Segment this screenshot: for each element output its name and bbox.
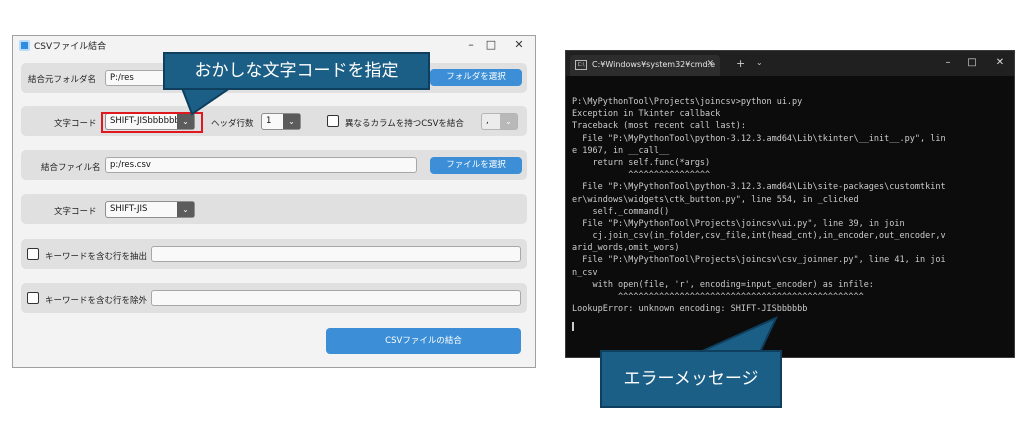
select-folder-button[interactable]: フォルダを選択 <box>430 69 522 86</box>
app-icon <box>19 40 30 51</box>
header-rows-select[interactable]: 1 ⌄ <box>261 113 301 130</box>
encoding-highlight-box <box>101 112 203 133</box>
terminal-line: File "P:\MyPythonTool\Projects\joincsv\c… <box>572 255 946 266</box>
close-icon[interactable]: ✕ <box>511 38 527 52</box>
diff-columns-select[interactable]: , ⌄ <box>481 113 518 130</box>
merge-csv-button[interactable]: CSVファイルの結合 <box>326 328 521 354</box>
output-file-label: 結合ファイル名 <box>41 163 101 173</box>
output-encoding-label: 文字コード <box>54 207 97 217</box>
input-options-row: 文字コード SHIFT-JISbbbbbb ⌄ ヘッダ行数 1 ⌄ 異なるカラム… <box>21 106 527 136</box>
terminal-line: Traceback (most recent call last): <box>572 121 746 132</box>
new-tab-icon[interactable]: + <box>736 57 745 70</box>
terminal-line: arid_words,omit_wors) <box>572 243 680 254</box>
terminal-line: with open(file, 'r', encoding=input_enco… <box>572 279 874 290</box>
keyword-extract-label: キーワードを含む行を抽出 <box>45 252 148 262</box>
header-rows-label: ヘッダ行数 <box>211 119 254 129</box>
header-rows-value: 1 <box>266 116 272 126</box>
output-file-row: 結合ファイル名 p:/res.csv ファイルを選択 <box>21 150 527 180</box>
terminal-tab[interactable]: C:\ C:¥Windows¥system32¥cmd.e ✕ <box>570 55 720 76</box>
diff-columns-checkbox[interactable] <box>327 115 339 127</box>
window-title: CSVファイル結合 <box>34 42 107 52</box>
output-encoding-select[interactable]: SHIFT-JIS ⌄ <box>105 201 195 218</box>
chevron-down-icon[interactable]: ⌄ <box>500 114 517 129</box>
diff-columns-label: 異なるカラムを持つCSVを結合 <box>345 119 464 129</box>
cmd-icon: C:\ <box>575 60 587 70</box>
output-encoding-value: SHIFT-JIS <box>110 204 148 214</box>
keyword-extract-checkbox[interactable] <box>27 248 39 260</box>
select-file-button[interactable]: ファイルを選択 <box>430 157 522 174</box>
keyword-exclude-input[interactable] <box>151 290 521 306</box>
keyword-exclude-label: キーワードを含む行を除外 <box>45 296 148 306</box>
chevron-down-icon[interactable]: ⌄ <box>756 58 763 67</box>
output-file-input[interactable]: p:/res.csv <box>105 157 417 173</box>
chevron-down-icon[interactable]: ⌄ <box>177 202 194 217</box>
terminal-line: File "P:\MyPythonTool\python-3.12.3.amd6… <box>572 133 946 144</box>
terminal-line: File "P:\MyPythonTool\Projects\joincsv\u… <box>572 218 905 229</box>
minimize-icon[interactable]: – <box>463 38 479 52</box>
terminal-line: er\windows\widgets\ctk_button.py", line … <box>572 194 859 205</box>
terminal-line: return self.func(*args) <box>572 157 711 168</box>
terminal-output: P:\MyPythonTool\Projects\joincsv>python … <box>572 96 1012 315</box>
keyword-exclude-row: キーワードを含む行を除外 <box>21 283 527 313</box>
terminal-line: LookupError: unknown encoding: SHIFT-JIS… <box>572 304 808 315</box>
folder-label: 結合元フォルダ名 <box>28 75 97 85</box>
maximize-icon[interactable]: □ <box>965 57 979 68</box>
folder-input[interactable]: P:/res <box>105 70 165 86</box>
close-icon[interactable]: ✕ <box>993 57 1007 68</box>
terminal-line: Exception in Tkinter callback <box>572 109 721 120</box>
error-message-callout: エラーメッセージ <box>600 350 782 408</box>
keyword-exclude-checkbox[interactable] <box>27 292 39 304</box>
diff-columns-value: , <box>486 116 489 126</box>
terminal-cursor <box>572 322 574 331</box>
terminal-line: P:\MyPythonTool\Projects\joincsv>python … <box>572 97 803 107</box>
chevron-down-icon[interactable]: ⌄ <box>283 114 300 129</box>
wrong-encoding-callout: おかしな文字コードを指定 <box>163 52 430 90</box>
terminal-line: cj.join_csv(in_folder,csv_file,int(head_… <box>572 231 946 242</box>
minimize-icon[interactable]: – <box>941 57 955 68</box>
terminal-window: C:\ C:¥Windows¥system32¥cmd.e ✕ + ⌄ – □ … <box>565 50 1015 358</box>
input-encoding-label: 文字コード <box>54 119 97 129</box>
keyword-extract-input[interactable] <box>151 246 521 262</box>
output-encoding-row: 文字コード SHIFT-JIS ⌄ <box>21 194 527 224</box>
terminal-line: self._command() <box>572 206 670 217</box>
terminal-line: File "P:\MyPythonTool\python-3.12.3.amd6… <box>572 182 946 193</box>
keyword-extract-row: キーワードを含む行を抽出 <box>21 239 527 269</box>
close-tab-icon[interactable]: ✕ <box>706 59 714 69</box>
terminal-line: e 1967, in __call__ <box>572 145 670 156</box>
terminal-tab-title: C:¥Windows¥system32¥cmd.e <box>592 60 716 69</box>
terminal-line: n_csv <box>572 267 598 278</box>
maximize-icon[interactable]: □ <box>483 38 499 52</box>
terminal-tabbar: C:\ C:¥Windows¥system32¥cmd.e ✕ + ⌄ – □ … <box>566 51 1014 76</box>
terminal-line: ^^^^^^^^^^^^^^^^ <box>572 170 711 181</box>
terminal-line: ^^^^^^^^^^^^^^^^^^^^^^^^^^^^^^^^^^^^^^^^… <box>572 292 864 302</box>
